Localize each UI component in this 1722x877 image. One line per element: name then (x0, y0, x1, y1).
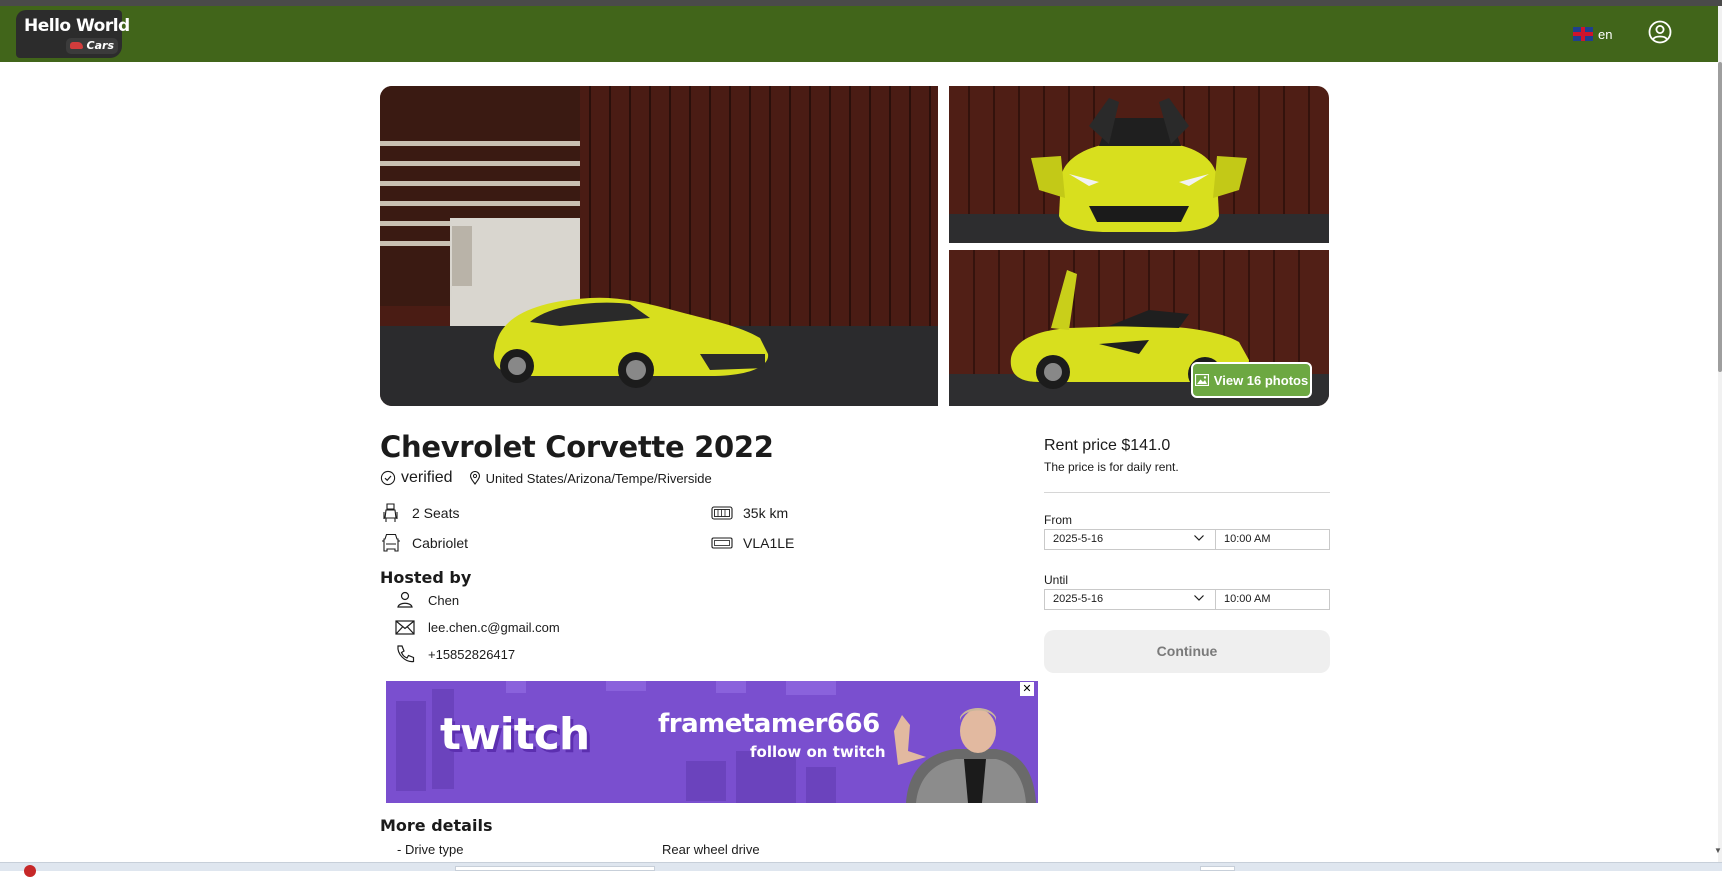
view-all-photos-button[interactable]: View 16 photos (1191, 362, 1312, 398)
car-meta-row: verified United States/Arizona/Tempe/Riv… (380, 468, 712, 488)
navbar (0, 6, 1718, 62)
mileage-value: 35k km (743, 505, 789, 521)
from-date-value: 2025-5-16 (1053, 533, 1104, 545)
until-time-input[interactable]: 10:00 AM (1215, 589, 1330, 610)
continue-button[interactable]: Continue (1044, 630, 1330, 673)
seat-icon (383, 503, 398, 522)
ad-close-icon[interactable]: ✕ (1020, 682, 1034, 696)
car-icon (70, 42, 83, 49)
chevron-down-icon (1194, 535, 1204, 541)
until-date-select[interactable]: 2025-5-16 (1044, 589, 1216, 610)
ad-brand-logo: twitch (440, 709, 590, 760)
hosted-by-heading: Hosted by (380, 568, 472, 587)
logo-subtitle: Cars (66, 38, 118, 54)
verified-label: verified (401, 469, 453, 486)
detail-drive-type-value: Rear wheel drive (662, 842, 760, 857)
site-logo[interactable]: Hello World Cars (16, 10, 130, 58)
odometer-icon (711, 506, 733, 520)
scroll-down-arrow-icon[interactable]: ▼ (1714, 846, 1722, 855)
body-type-value: Cabriolet (412, 535, 469, 551)
person-icon (397, 591, 413, 608)
spec-license-plate: VLA1LE (711, 530, 794, 556)
ad-follow-text: follow on twitch (750, 743, 886, 761)
gallery-main-photo[interactable] (380, 86, 938, 406)
more-details-heading: More details (380, 816, 493, 835)
license-plate-icon (711, 537, 733, 549)
seats-value: 2 Seats (412, 505, 460, 521)
plate-value: VLA1LE (743, 535, 795, 551)
language-code: en (1598, 26, 1613, 42)
logo-subtitle-text: Cars (86, 39, 114, 52)
from-date-select[interactable]: 2025-5-16 (1044, 529, 1216, 550)
logo-title: Hello World (24, 16, 130, 36)
host-email[interactable]: lee.chen.c@gmail.com (394, 616, 560, 638)
host-name-text: Chen (428, 592, 460, 608)
until-date-value: 2025-5-16 (1053, 593, 1104, 605)
from-label: From (1044, 513, 1072, 527)
verified-badge-icon (380, 470, 396, 486)
ad-streamer-photo (894, 708, 1036, 803)
host-name: Chen (394, 589, 459, 611)
os-taskbar (0, 862, 1722, 871)
scrollbar-thumb[interactable] (1718, 62, 1722, 372)
ad-streamer-name: frametamer666 (658, 709, 880, 739)
price-divider (1044, 492, 1330, 493)
car-title: Chevrolet Corvette 2022 (380, 430, 774, 464)
car-location: United States/Arizona/Tempe/Riverside (469, 471, 712, 486)
until-label: Until (1044, 573, 1069, 587)
mail-icon (395, 620, 415, 635)
host-phone[interactable]: +15852826417 (394, 643, 515, 665)
host-phone-text: +15852826417 (428, 646, 516, 662)
location-pin-icon (469, 471, 480, 485)
spec-mileage: 35k km (711, 500, 788, 526)
host-email-text: lee.chen.c@gmail.com (428, 619, 560, 635)
detail-drive-type-label: - Drive type (397, 842, 464, 857)
chevron-down-icon (1194, 595, 1204, 601)
from-time-input[interactable]: 10:00 AM (1215, 529, 1330, 550)
taskbar-window-tab[interactable] (1200, 866, 1235, 871)
price-note: The price is for daily rent. (1044, 460, 1179, 474)
gallery-front-photo[interactable] (949, 86, 1329, 243)
user-account-icon[interactable] (1648, 20, 1672, 44)
twitch-advertisement[interactable]: twitch frametamer666 follow on twitch (386, 681, 1038, 803)
taskbar-app-icon[interactable] (24, 865, 36, 877)
image-icon (1194, 374, 1209, 386)
language-selector[interactable]: en (1573, 25, 1612, 43)
car-body-icon (382, 533, 400, 552)
phone-icon (397, 645, 415, 663)
spec-seats: 2 Seats (380, 500, 459, 526)
taskbar-window-tab[interactable] (455, 866, 655, 871)
uk-flag-icon (1573, 27, 1593, 41)
view-photos-label: View 16 photos (1213, 372, 1309, 388)
spec-body-type: Cabriolet (380, 530, 468, 556)
rent-price: Rent price $141.0 (1044, 437, 1171, 454)
location-text: United States/Arizona/Tempe/Riverside (485, 470, 712, 486)
